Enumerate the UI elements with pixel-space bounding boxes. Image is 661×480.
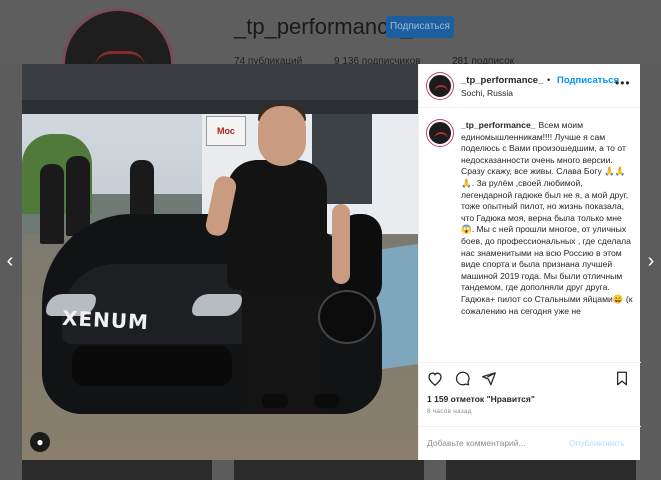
action-bar <box>419 362 641 398</box>
photo-sign-text: Мос <box>206 116 246 146</box>
bookmark-icon[interactable] <box>615 371 629 390</box>
grid-tile[interactable] <box>234 460 424 480</box>
caption-paragraph: Сразу скажу, все живы. Слава Богу 🙏🙏🙏. З… <box>461 166 633 316</box>
caption-area: _tp_performance_ Всем моим единомышленник… <box>419 108 641 362</box>
more-horizontal-icon[interactable]: ••• <box>615 76 631 90</box>
post-location[interactable]: Sochi, Russia <box>461 88 513 98</box>
heart-icon[interactable] <box>427 371 443 390</box>
post-side-panel: _tp_performance_ • Подписаться Sochi, Ru… <box>418 64 641 460</box>
separator-dot: • <box>547 75 551 86</box>
publish-comment-button[interactable]: Опубликовать <box>569 438 625 448</box>
share-icon[interactable] <box>481 371 497 390</box>
caption-username[interactable]: _tp_performance_ <box>461 120 536 130</box>
post-modal: Мос XENUM ● _tp_performance_ • Подписать… <box>22 64 641 460</box>
tagged-user-icon[interactable]: ● <box>30 432 50 452</box>
comment-input[interactable]: Добавьте комментарий... <box>427 438 526 448</box>
comment-icon[interactable] <box>455 371 471 390</box>
comment-box: Добавьте комментарий... Опубликовать <box>419 426 641 460</box>
photo-brand-text: XENUM <box>61 305 150 335</box>
caption-avatar[interactable] <box>427 120 453 146</box>
follow-button[interactable]: Подписаться <box>557 75 619 86</box>
next-post-arrow-icon[interactable]: › <box>644 251 658 271</box>
grid-tile[interactable] <box>22 460 212 480</box>
post-timestamp[interactable]: 8 часов назад <box>427 408 472 415</box>
caption-text: _tp_performance_ Всем моим единомышленник… <box>461 120 633 166</box>
grid-tile[interactable] <box>446 460 636 480</box>
likes-count[interactable]: 1 159 отметок "Нравится" <box>427 394 535 404</box>
post-header: _tp_performance_ • Подписаться Sochi, Ru… <box>419 64 640 108</box>
post-photo[interactable]: Мос XENUM ● <box>22 64 418 460</box>
author-avatar[interactable] <box>427 73 453 99</box>
profile-subscribe-button[interactable]: Подписаться <box>386 16 454 38</box>
previous-post-arrow-icon[interactable]: ‹ <box>3 251 17 271</box>
author-username[interactable]: _tp_performance_ <box>461 75 543 86</box>
